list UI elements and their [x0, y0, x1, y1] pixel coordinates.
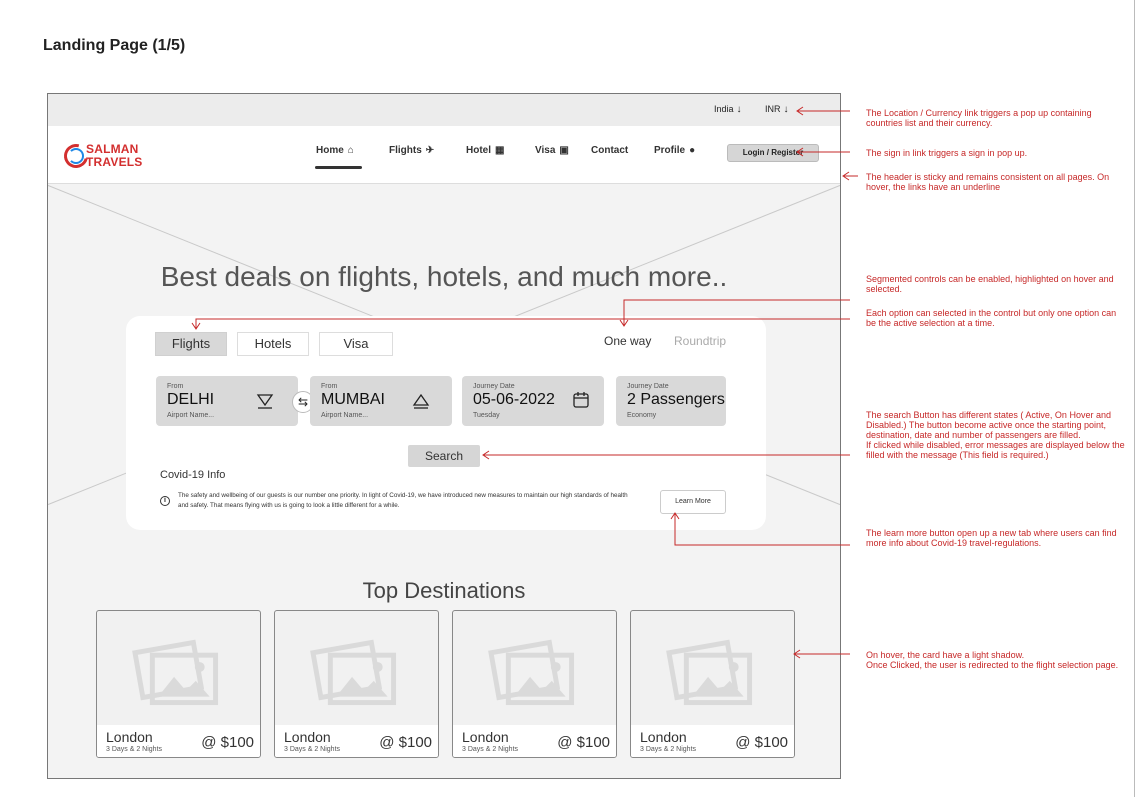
annotation-location: The Location / Currency link triggers a … [866, 108, 1092, 128]
annotation-card: On hover, the card have a light shadow. … [866, 650, 1119, 670]
annotation-search: The search Button has different states (… [866, 410, 1125, 460]
annotation-header: The header is sticky and remains consist… [866, 172, 1110, 192]
annotation-option: Each option can selected in the control … [866, 308, 1117, 328]
annotation-segmented: Segmented controls can be enabled, highl… [866, 274, 1114, 294]
annotation-learn: The learn more button open up a new tab … [866, 528, 1117, 548]
annotation-signin: The sign in link triggers a sign in pop … [866, 148, 1028, 158]
